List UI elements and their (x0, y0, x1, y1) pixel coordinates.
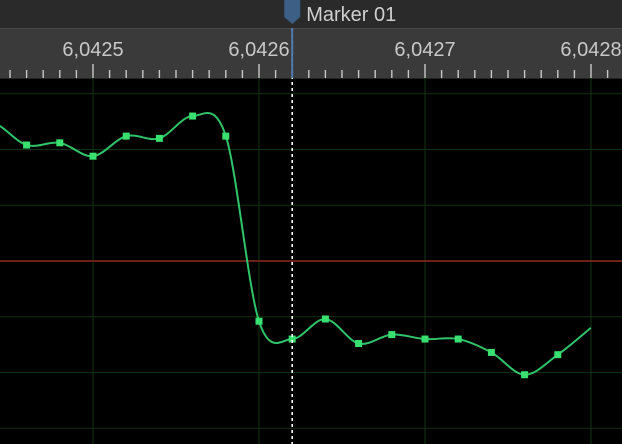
sample-point[interactable] (189, 112, 197, 120)
sample-point[interactable] (355, 340, 363, 348)
sample-point[interactable] (454, 335, 462, 343)
sample-point[interactable] (89, 152, 97, 160)
sample-point[interactable] (222, 132, 230, 140)
sample-point[interactable] (56, 139, 64, 147)
sample-point[interactable] (421, 335, 429, 343)
sample-point[interactable] (321, 315, 329, 323)
sample-point[interactable] (155, 134, 163, 142)
waveform-trace (0, 112, 592, 376)
sample-point[interactable] (388, 331, 396, 339)
sample-point[interactable] (255, 317, 263, 325)
sample-point[interactable] (554, 351, 562, 359)
time-ruler[interactable] (0, 29, 622, 79)
sample-point[interactable] (23, 141, 31, 149)
grid (0, 78, 622, 444)
sample-point[interactable] (487, 348, 495, 356)
sample-point[interactable] (122, 132, 130, 140)
waveform-viewer[interactable]: 6,0425 6,0426 6,0427 6,0428 Marker 01 (0, 0, 622, 444)
marker-label: Marker 01 (306, 4, 396, 26)
sample-points (23, 112, 562, 379)
sample-point[interactable] (521, 371, 529, 379)
